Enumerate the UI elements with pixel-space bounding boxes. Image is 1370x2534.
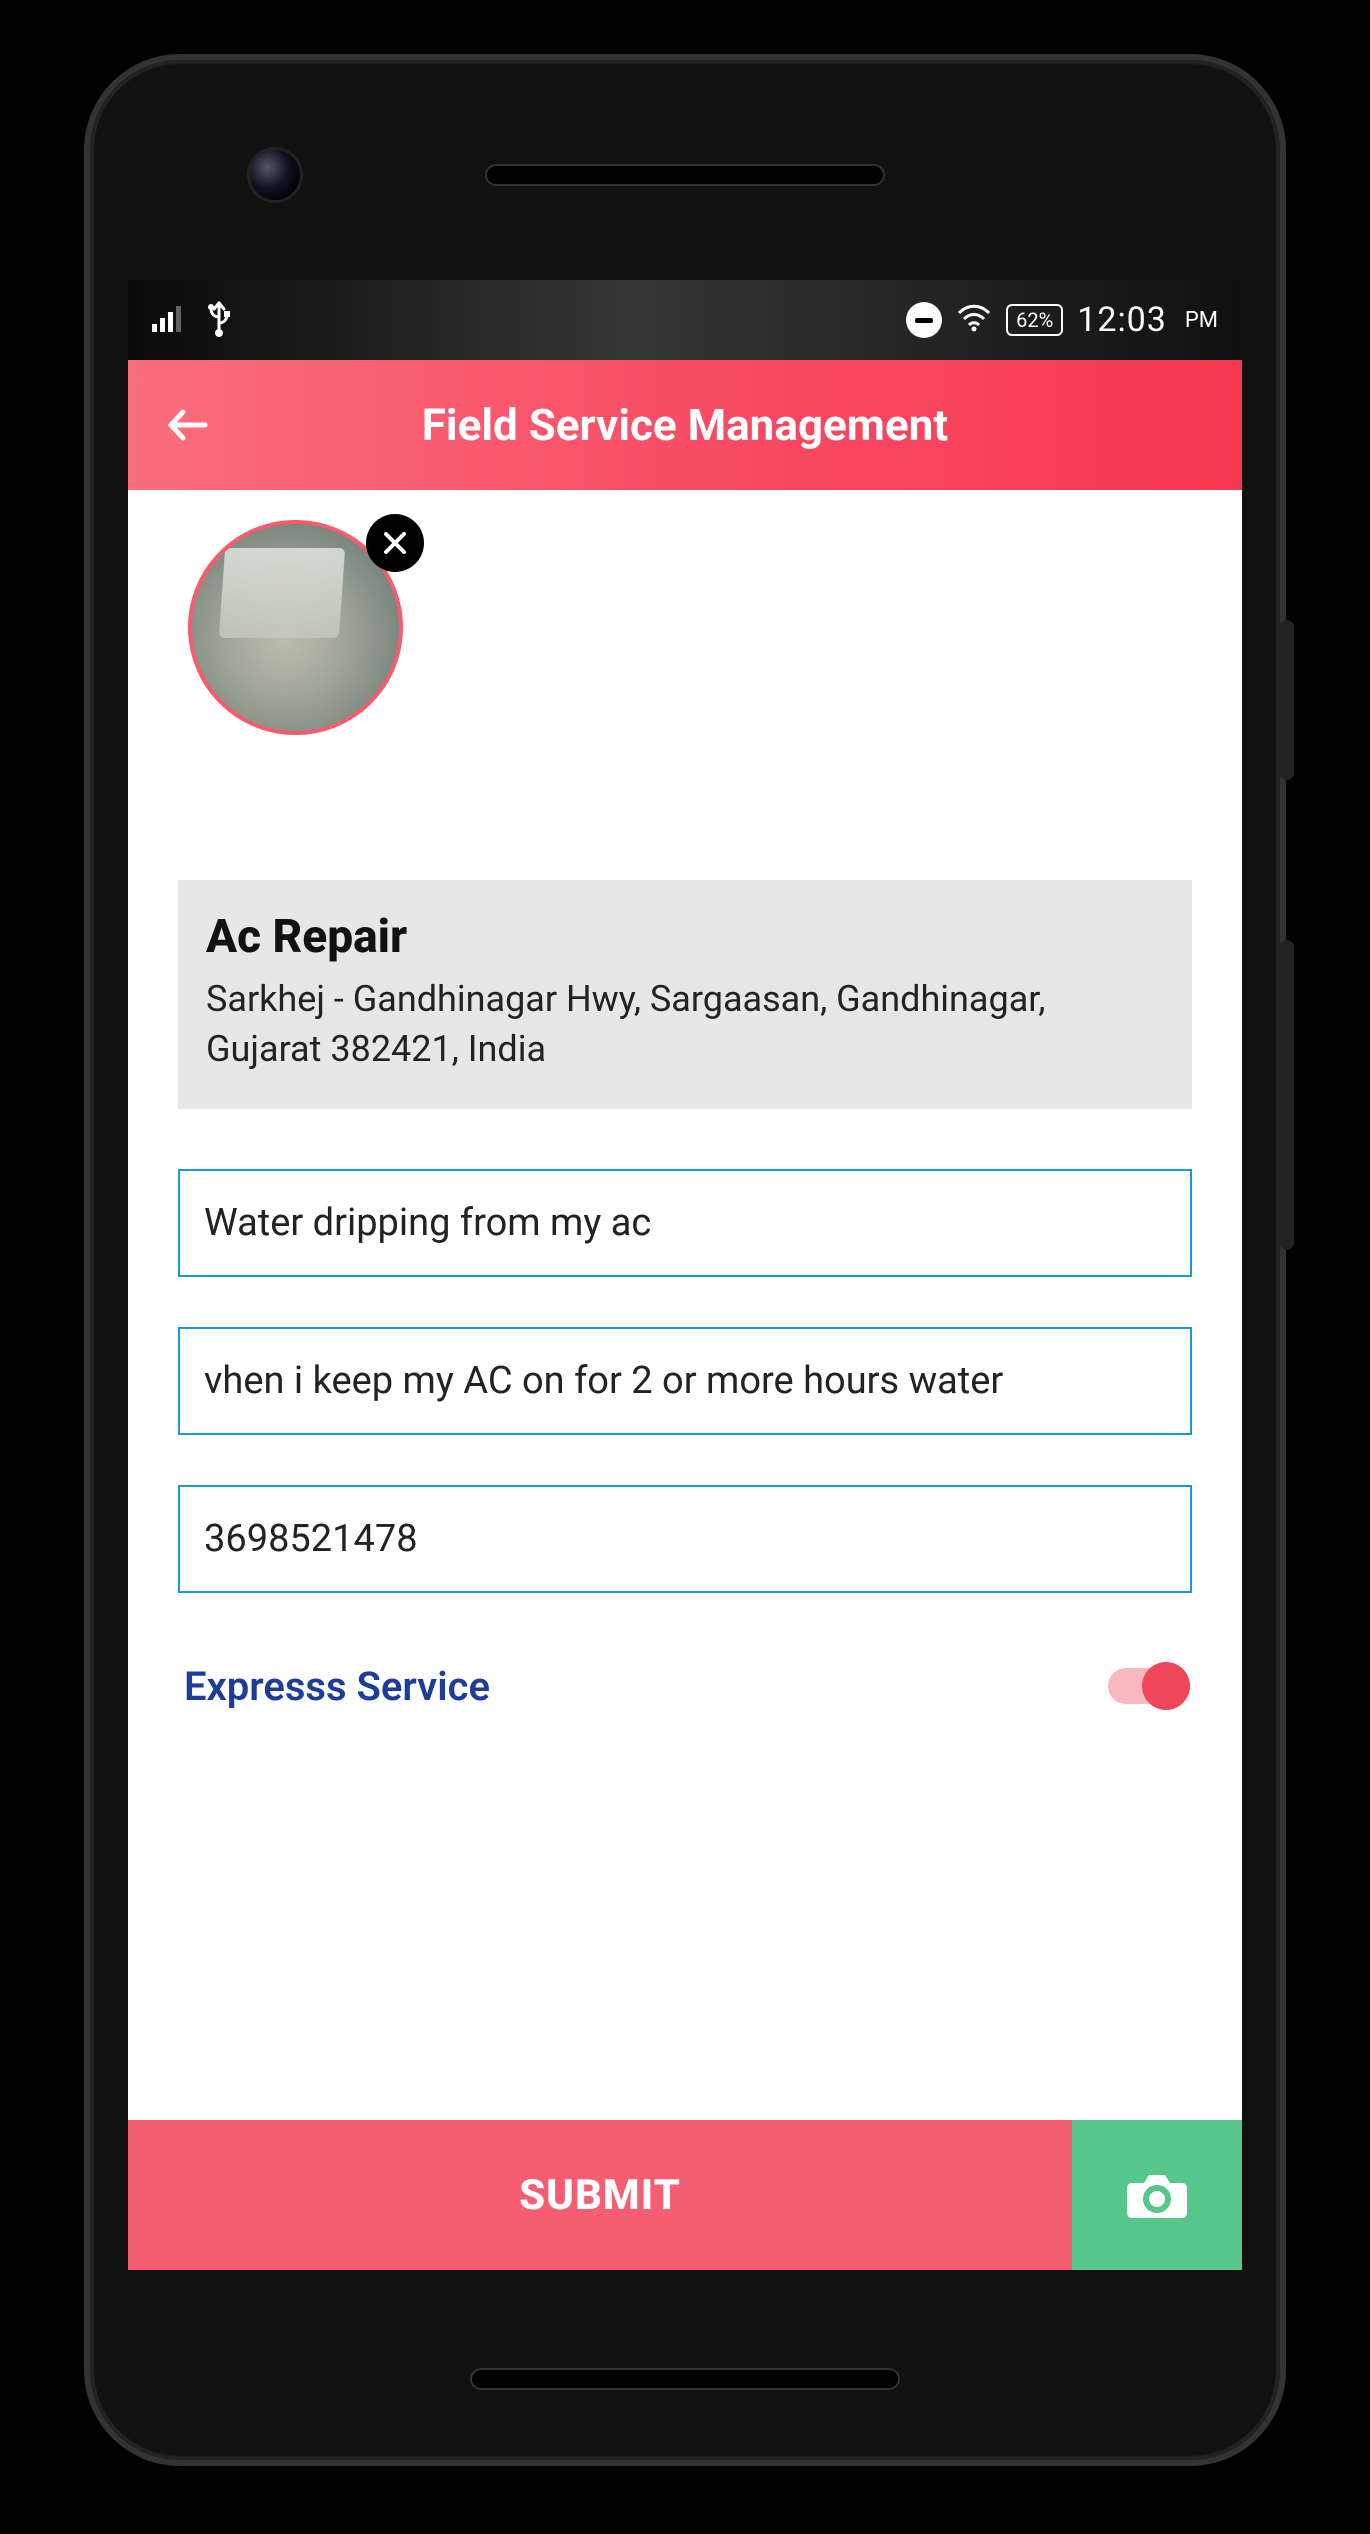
phone-side-button	[1280, 940, 1294, 1250]
description-input[interactable]: vhen i keep my AC on for 2 or more hours…	[178, 1327, 1192, 1435]
phone-frame: 62% 12:03 PM Field Service Management Ac…	[90, 60, 1280, 2460]
back-button[interactable]	[158, 395, 218, 455]
subject-input[interactable]: Water dripping from my ac	[178, 1169, 1192, 1277]
status-bar: 62% 12:03 PM	[128, 280, 1242, 360]
app-bar: Field Service Management	[128, 360, 1242, 490]
phone-front-camera	[250, 150, 300, 200]
phone-input[interactable]: 3698521478	[178, 1485, 1192, 1593]
service-address: Sarkhej - Gandhinagar Hwy, Sargaasan, Ga…	[206, 974, 1164, 1075]
arrow-back-icon	[163, 400, 213, 450]
content-area: Ac Repair Sarkhej - Gandhinagar Hwy, Sar…	[128, 520, 1242, 1730]
express-service-row: Expresss Service	[178, 1663, 1192, 1730]
service-title: Ac Repair	[206, 910, 1164, 964]
camera-button[interactable]	[1072, 2120, 1242, 2270]
express-service-toggle[interactable]	[1108, 1668, 1186, 1704]
remove-photo-button[interactable]	[366, 514, 424, 572]
toggle-knob	[1142, 1662, 1190, 1710]
service-info-card: Ac Repair Sarkhej - Gandhinagar Hwy, Sar…	[178, 880, 1192, 1109]
dnd-icon	[906, 302, 942, 338]
signal-icon	[152, 304, 186, 336]
screen: 62% 12:03 PM Field Service Management Ac…	[128, 280, 1242, 2270]
battery-icon: 62%	[1006, 304, 1063, 336]
submit-button[interactable]: SUBMIT	[128, 2120, 1072, 2270]
usb-icon	[204, 299, 234, 341]
phone-side-button	[1280, 620, 1294, 780]
attachment-photo[interactable]	[188, 520, 418, 750]
close-icon	[380, 528, 410, 558]
wifi-icon	[956, 303, 992, 337]
app-title: Field Service Management	[128, 399, 1242, 451]
status-time-ampm: PM	[1185, 308, 1218, 333]
camera-icon	[1122, 2165, 1192, 2225]
bottom-action-bar: SUBMIT	[128, 2120, 1242, 2270]
status-time: 12:03	[1077, 300, 1167, 340]
phone-bottom-speaker	[470, 2368, 900, 2390]
phone-earpiece	[485, 164, 885, 186]
battery-percent: 62%	[1016, 308, 1053, 332]
express-service-label: Expresss Service	[184, 1663, 490, 1710]
